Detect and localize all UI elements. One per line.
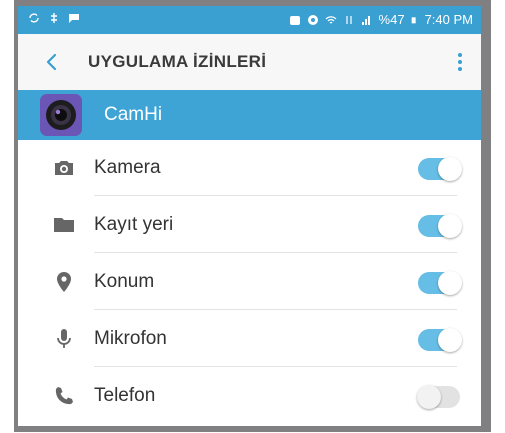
app-header: CamHi [18,90,481,140]
status-right-icons: %47 7:40 PM [289,12,473,27]
divider [94,366,457,367]
storage-permission-toggle[interactable] [418,214,462,238]
toggle-knob [438,328,462,352]
toolbar: UYGULAMA İZİNLERİ [18,34,481,90]
message-icon [69,14,79,23]
signal-icon [361,15,370,25]
location-permission-toggle[interactable] [418,271,462,295]
permission-row-location[interactable]: Konum [18,254,481,310]
toggle-knob [417,385,441,409]
status-bar: %47 7:40 PM [18,6,481,34]
permission-label: Kayıt yeri [94,214,174,235]
phone-screen: %47 7:40 PM UYGULAMA İZİNLERİ CamHi Kame… [18,6,481,426]
status-left-icons [28,12,80,24]
permission-label: Telefon [94,385,156,406]
permission-label: Konum [94,271,155,292]
settings-icon [307,14,318,25]
folder-icon [54,218,74,232]
permission-row-camera[interactable]: Kamera [18,140,481,196]
app-icon [40,94,82,136]
app-name: CamHi [104,104,163,125]
microphone-permission-toggle[interactable] [418,328,462,352]
camera-lens-icon [46,100,76,130]
toggle-knob [438,271,462,295]
phone-icon [55,387,73,405]
status-time: 7:40 PM [424,12,473,27]
battery-percent: %47 [378,12,405,27]
divider [94,195,457,196]
usb-icon [51,13,57,23]
sync-icon [29,13,39,23]
data-icon [345,15,352,24]
camera-icon [55,161,73,175]
permission-row-phone[interactable]: Telefon [18,368,481,424]
permission-row-storage[interactable]: Kayıt yeri [18,197,481,253]
alarm-icon [289,15,300,25]
microphone-icon [57,329,71,348]
back-arrow-icon[interactable] [40,48,64,76]
wifi-icon [325,15,336,24]
permission-label: Mikrofon [94,328,167,349]
camera-permission-toggle[interactable] [418,157,462,181]
phone-permission-toggle[interactable] [417,385,460,409]
divider [94,252,457,253]
battery-icon [411,16,416,23]
divider [94,309,457,310]
page-title: UYGULAMA İZİNLERİ [88,52,267,71]
location-icon [57,272,71,292]
more-options-icon[interactable] [457,52,463,72]
toggle-knob [438,157,462,181]
permission-row-microphone[interactable]: Mikrofon [18,311,481,367]
permission-label: Kamera [94,157,161,178]
toggle-knob [438,214,462,238]
